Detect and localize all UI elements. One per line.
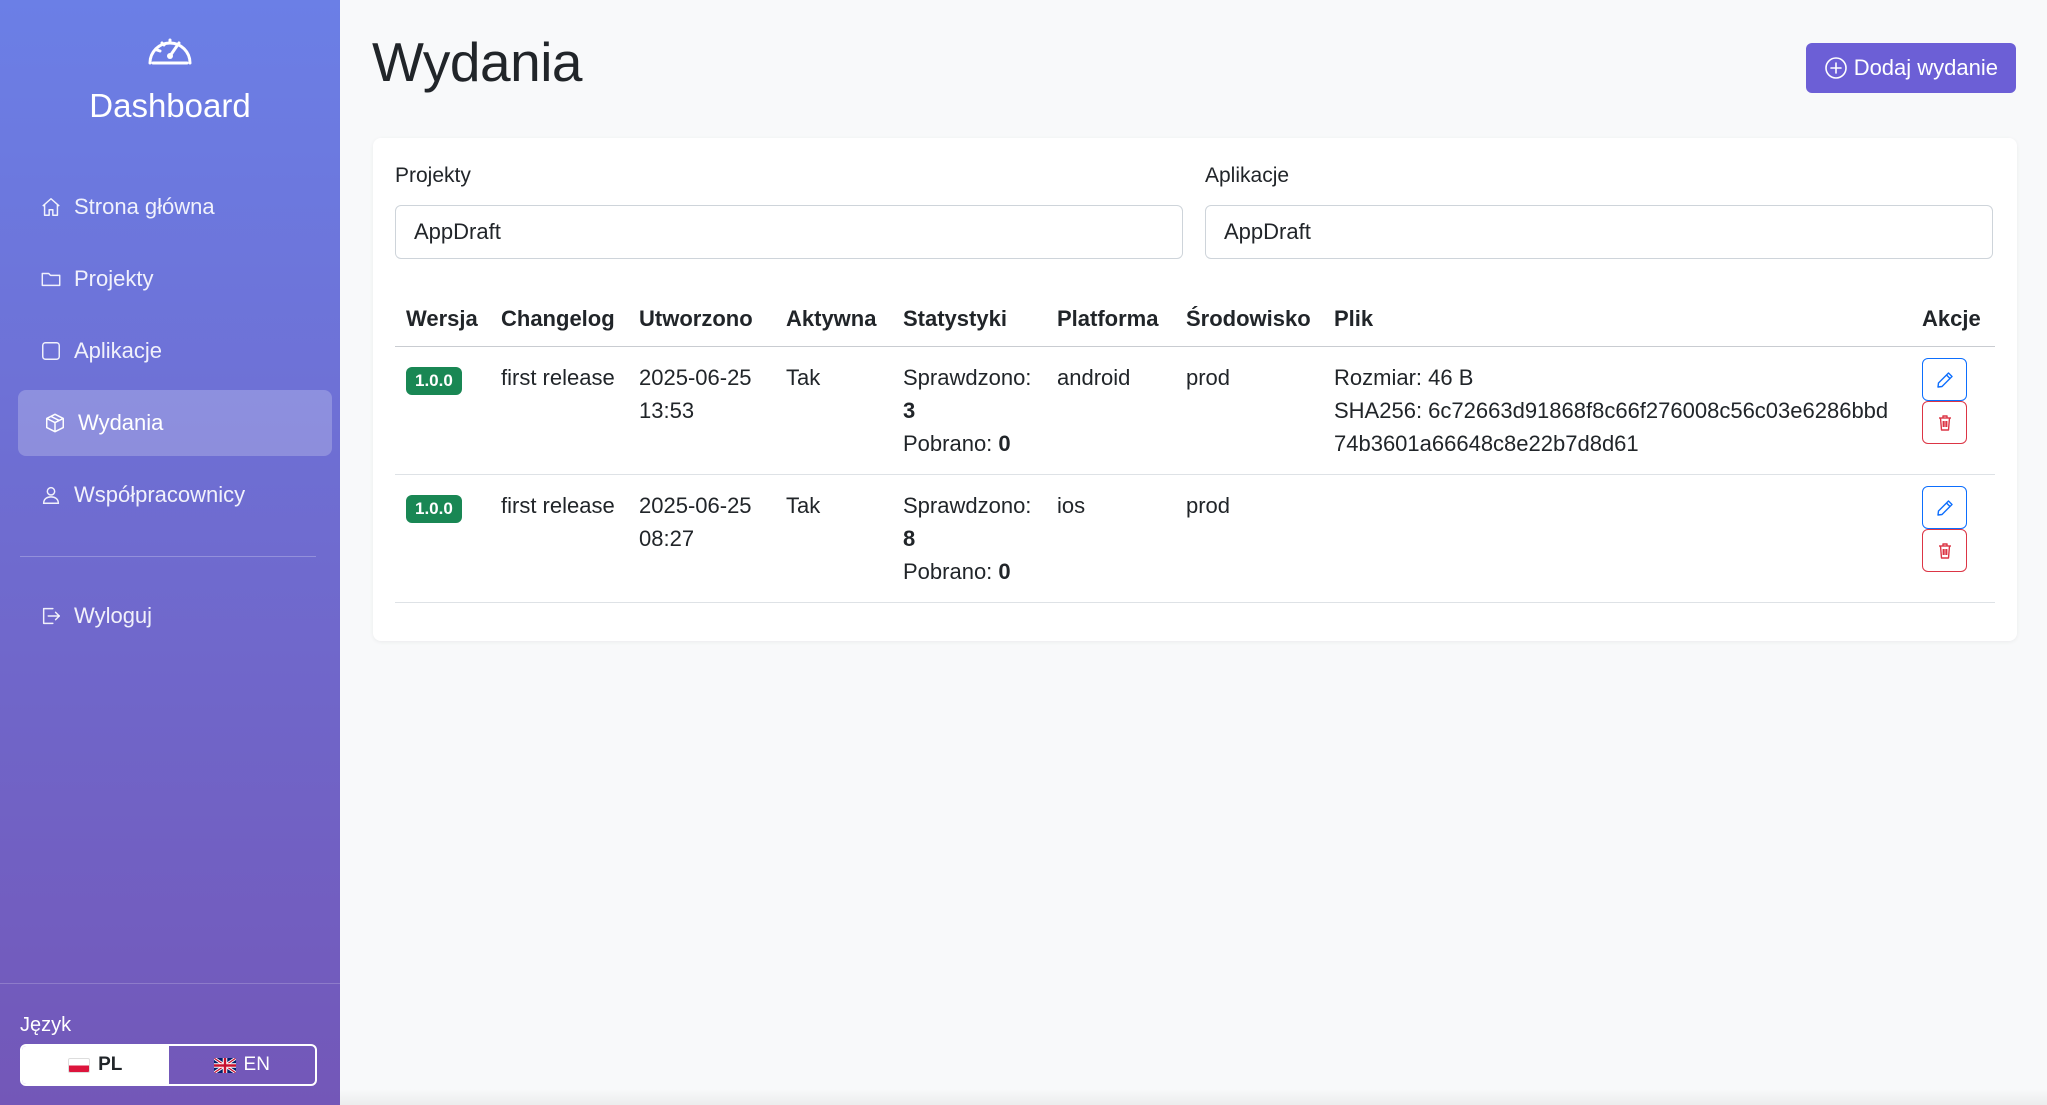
speedometer-icon bbox=[148, 38, 192, 65]
house-icon bbox=[42, 198, 60, 216]
apps-select[interactable]: AppDraft bbox=[1205, 205, 1993, 259]
checked-label: Sprawdzono: bbox=[903, 493, 1032, 518]
language-button-group: PL EN bbox=[20, 1044, 317, 1086]
cell-platform: android bbox=[1046, 346, 1175, 475]
file-size: Rozmiar: 46 B bbox=[1334, 365, 1474, 390]
language-label: Język bbox=[20, 1014, 72, 1036]
version-badge: 1.0.0 bbox=[406, 495, 462, 523]
sidebar-item-releases[interactable]: Wydania bbox=[18, 390, 332, 456]
checked-value: 3 bbox=[903, 398, 916, 423]
checked-value: 8 bbox=[903, 526, 916, 551]
sidebar-nav: Strona główna Projekty Aplikacje Wydania… bbox=[18, 174, 332, 655]
sidebar-item-apps[interactable]: Aplikacje bbox=[18, 318, 332, 384]
sidebar-item-label: Strona główna bbox=[74, 194, 215, 219]
cell-changelog: first release bbox=[490, 346, 628, 475]
cell-active: Tak bbox=[775, 474, 892, 603]
sidebar-item-label: Aplikacje bbox=[74, 338, 163, 363]
releases-card: Projekty AppDraft Aplikacje AppDraft Wer… bbox=[373, 138, 2017, 641]
version-badge: 1.0.0 bbox=[406, 367, 462, 395]
cell-environment: prod bbox=[1175, 474, 1323, 603]
file-sha: SHA256: 6c72663d91868f8c66f276008c56c03e… bbox=[1334, 398, 1889, 456]
logout-label: Wyloguj bbox=[74, 603, 153, 628]
projects-select[interactable]: AppDraft bbox=[395, 205, 1183, 259]
projects-filter-label: Projekty bbox=[395, 164, 471, 187]
language-switcher: Język PL EN bbox=[0, 983, 340, 1105]
brand: Dashboard bbox=[0, 30, 340, 125]
add-release-label: Dodaj wydanie bbox=[1853, 55, 1998, 80]
downloaded-label: Pobrano: bbox=[903, 559, 993, 584]
cell-version: 1.0.0 bbox=[395, 346, 490, 475]
edit-button[interactable] bbox=[1922, 486, 1967, 529]
cell-file bbox=[1323, 474, 1911, 603]
add-release-button[interactable]: Dodaj wydanie bbox=[1805, 43, 2016, 93]
cell-active: Tak bbox=[775, 346, 892, 475]
column-header-active: Aktywna bbox=[775, 294, 892, 347]
main-content: Wydania Dodaj wydanie Projekty AppDraft … bbox=[340, 0, 2047, 1105]
page-title: Wydania bbox=[372, 31, 583, 93]
column-header-version: Wersja bbox=[395, 294, 490, 347]
column-header-file: Plik bbox=[1323, 294, 1911, 347]
table-header-row: Wersja Changelog Utworzono Aktywna Staty… bbox=[395, 294, 1995, 347]
cell-created: 2025-06-25 08:27 bbox=[628, 474, 775, 603]
language-pl-button[interactable]: PL bbox=[22, 1046, 169, 1084]
apps-filter-label: Aplikacje bbox=[1205, 164, 1290, 187]
delete-button[interactable] bbox=[1922, 529, 1967, 572]
cell-changelog: first release bbox=[490, 474, 628, 603]
table-row: 1.0.0 first release 2025-06-25 13:53 Tak… bbox=[395, 346, 1995, 475]
square-icon bbox=[42, 342, 60, 360]
language-pl-label: PL bbox=[98, 1054, 123, 1075]
trash-icon bbox=[1938, 414, 1951, 431]
box-icon bbox=[46, 413, 64, 433]
cell-actions bbox=[1911, 346, 1995, 475]
sidebar-item-projects[interactable]: Projekty bbox=[18, 246, 332, 312]
column-header-changelog: Changelog bbox=[490, 294, 628, 347]
cell-environment: prod bbox=[1175, 346, 1323, 475]
column-header-created: Utworzono bbox=[628, 294, 775, 347]
cell-created: 2025-06-25 13:53 bbox=[628, 346, 775, 475]
pencil-icon bbox=[1936, 499, 1953, 516]
pencil-icon bbox=[1936, 371, 1953, 388]
table-row: 1.0.0 first release 2025-06-25 08:27 Tak… bbox=[395, 474, 1995, 603]
cell-platform: ios bbox=[1046, 474, 1175, 603]
sidebar: Dashboard Strona główna Projekty Aplikac… bbox=[0, 0, 340, 1105]
logout-icon bbox=[42, 607, 60, 625]
downloaded-value: 0 bbox=[998, 559, 1011, 584]
delete-button[interactable] bbox=[1922, 401, 1967, 444]
cell-actions bbox=[1911, 474, 1995, 603]
column-header-actions: Akcje bbox=[1911, 294, 1995, 347]
sidebar-item-collaborators[interactable]: Współpracownicy bbox=[18, 462, 332, 528]
language-en-label: EN bbox=[243, 1054, 270, 1075]
downloaded-value: 0 bbox=[998, 431, 1011, 456]
edit-button[interactable] bbox=[1922, 358, 1967, 401]
uk-flag-icon bbox=[213, 1057, 236, 1073]
cell-stats: Sprawdzono: 3 Pobrano: 0 bbox=[892, 346, 1046, 475]
language-en-button[interactable]: EN bbox=[169, 1046, 316, 1084]
bottom-shadow bbox=[340, 1089, 2047, 1105]
logout-button[interactable]: Wyloguj bbox=[18, 583, 332, 649]
releases-table: Wersja Changelog Utworzono Aktywna Staty… bbox=[395, 294, 1995, 603]
plus-circle-icon bbox=[1824, 57, 1847, 79]
person-icon bbox=[42, 486, 60, 504]
poland-flag-icon bbox=[68, 1057, 91, 1073]
trash-icon bbox=[1938, 542, 1951, 559]
cell-version: 1.0.0 bbox=[395, 474, 490, 603]
brand-title: Dashboard bbox=[89, 87, 251, 124]
column-header-stats: Statystyki bbox=[892, 294, 1046, 347]
sidebar-item-label: Współpracownicy bbox=[74, 482, 246, 507]
sidebar-item-label: Wydania bbox=[78, 410, 164, 435]
column-header-platform: Platforma bbox=[1046, 294, 1175, 347]
cell-file: Rozmiar: 46 B SHA256: 6c72663d91868f8c66… bbox=[1323, 346, 1911, 475]
sidebar-item-home[interactable]: Strona główna bbox=[18, 174, 332, 240]
downloaded-label: Pobrano: bbox=[903, 431, 993, 456]
checked-label: Sprawdzono: bbox=[903, 365, 1032, 390]
cell-stats: Sprawdzono: 8 Pobrano: 0 bbox=[892, 474, 1046, 603]
column-header-environment: Środowisko bbox=[1175, 294, 1323, 347]
sidebar-item-label: Projekty bbox=[74, 266, 154, 291]
sidebar-divider bbox=[20, 556, 316, 557]
folder-icon bbox=[41, 272, 61, 287]
